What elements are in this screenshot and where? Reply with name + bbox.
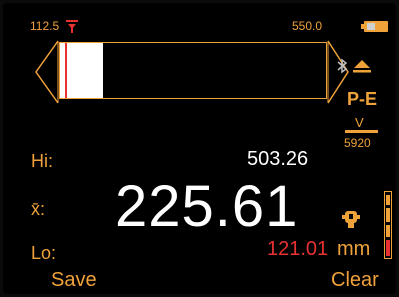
mode-count: 5920 [344,136,371,150]
mean-value: 225.61 [115,174,299,239]
unit-label: mm [337,238,371,260]
mode-sub: V [355,115,364,130]
clear-button[interactable]: Clear [331,269,379,292]
bluetooth-icon [336,58,348,79]
signal-level-icon [384,191,392,259]
limit-marker-icon [66,19,78,38]
hi-value: 503.26 [247,148,309,170]
thickness-gauge-bar [34,37,351,107]
hi-label: Hi: [31,151,53,171]
eject-icon[interactable] [351,59,373,80]
device-screen: 112.5 550.0 P-E V 5920 Hi: 503.26 x̄: 22… [3,3,396,294]
save-button[interactable]: Save [51,269,97,292]
probe-icon [340,209,362,234]
range-max-label: 550.0 [292,19,323,33]
battery-icon [361,20,389,38]
lo-label: Lo: [31,243,57,263]
range-min-label: 112.5 [30,19,60,33]
gauge-limit-marker [65,43,67,98]
gauge-track [59,42,327,99]
mean-label: x̄: [31,199,46,219]
mode-name[interactable]: P-E [347,89,377,110]
mode-divider [345,130,378,133]
lo-value: 121.01 [267,238,329,260]
